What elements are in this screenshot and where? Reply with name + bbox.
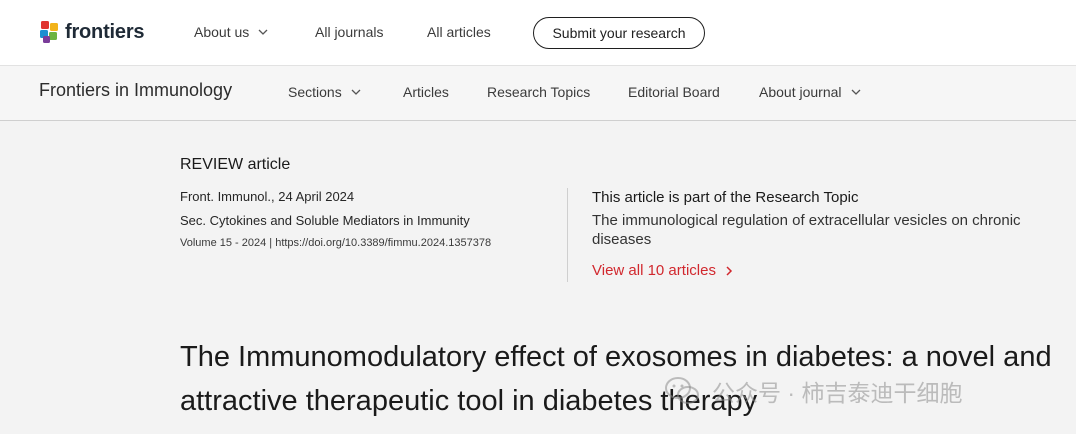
chevron-down-icon [258, 29, 268, 35]
journal-nav-articles[interactable]: Articles [403, 84, 449, 100]
nav-all-articles-label: All articles [427, 24, 491, 40]
research-topic-heading: This article is part of the Research Top… [592, 189, 859, 206]
nav-all-journals[interactable]: All journals [315, 24, 383, 40]
journal-nav-articles-label: Articles [403, 84, 449, 100]
divider [567, 188, 568, 282]
view-all-label: View all 10 articles [592, 262, 716, 279]
chevron-down-icon [851, 89, 860, 95]
frontiers-logo[interactable]: frontiers [39, 19, 145, 45]
journal-nav-research-topics[interactable]: Research Topics [487, 84, 590, 100]
volume-doi-line[interactable]: Volume 15 - 2024 | https://doi.org/10.33… [180, 237, 491, 249]
journal-name[interactable]: Frontiers in Immunology [39, 80, 232, 101]
nav-about-us[interactable]: About us [194, 24, 268, 40]
nav-about-us-label: About us [194, 24, 250, 40]
view-all-articles-link[interactable]: View all 10 articles [592, 262, 734, 279]
chevron-down-icon [351, 89, 361, 95]
journal-nav-sections[interactable]: Sections [288, 84, 361, 100]
journal-nav-editorial-board-label: Editorial Board [628, 84, 720, 100]
section-line[interactable]: Sec. Cytokines and Soluble Mediators in … [180, 213, 470, 228]
nav-all-journals-label: All journals [315, 24, 384, 40]
submit-research-button[interactable]: Submit your research [533, 17, 705, 49]
research-topic-name[interactable]: The immunological regulation of extracel… [592, 211, 1076, 249]
article-title: The Immunomodulatory effect of exosomes … [180, 341, 1052, 417]
article-type: REVIEW article [180, 156, 291, 173]
nav-all-articles[interactable]: All articles [427, 24, 491, 40]
frontiers-logo-icon [40, 21, 58, 43]
site-header: frontiers About us All journals All arti… [0, 0, 1076, 66]
journal-nav-about-journal[interactable]: About journal [759, 84, 861, 100]
journal-nav-research-topics-label: Research Topics [487, 84, 591, 100]
chevron-right-icon [726, 265, 733, 276]
journal-nav-about-journal-label: About journal [759, 84, 842, 100]
journal-nav-sections-label: Sections [288, 84, 342, 100]
journal-nav-bar: Frontiers in Immunology Sections Article… [0, 66, 1076, 121]
journal-nav-editorial-board[interactable]: Editorial Board [628, 84, 720, 100]
logo-text: frontiers [65, 20, 145, 43]
citation-line: Front. Immunol., 24 April 2024 [180, 189, 355, 204]
